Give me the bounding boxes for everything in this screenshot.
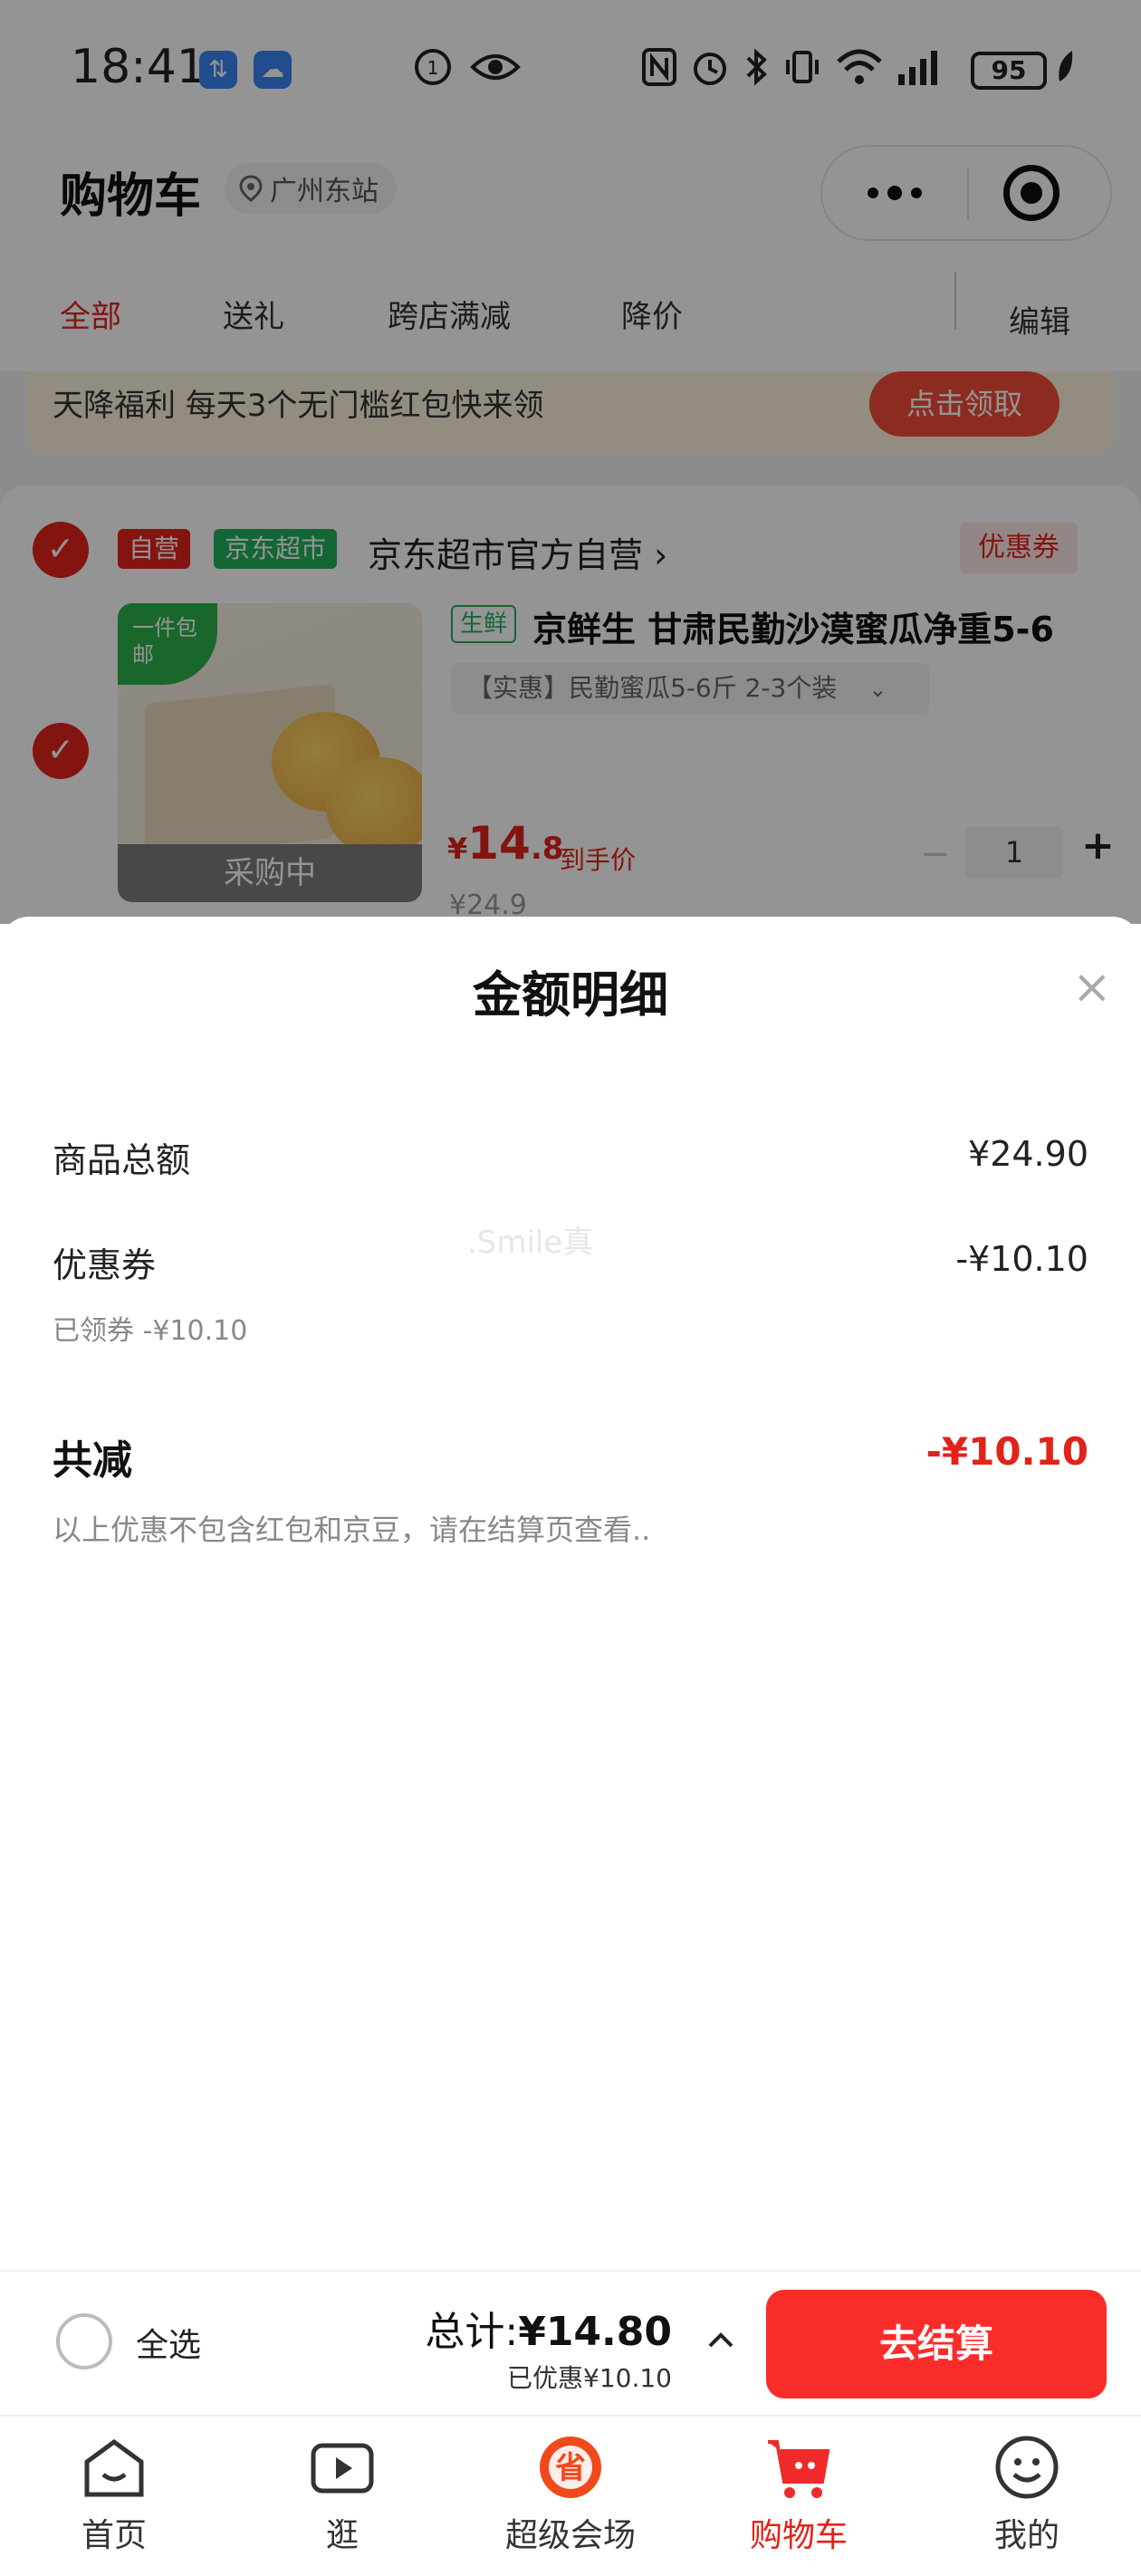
svg-text:省: 省: [555, 2450, 586, 2486]
goods-total-label: 商品总额: [53, 1140, 191, 1180]
nav-profile[interactable]: 我的: [913, 2417, 1141, 2576]
saved-amount: 已优惠¥10.10: [507, 2363, 672, 2393]
cart-icon: [768, 2440, 830, 2498]
nav-super-venue[interactable]: 省 超级会场: [456, 2417, 685, 2576]
nav-home[interactable]: 首页: [0, 2417, 228, 2576]
nav-browse[interactable]: 逛: [228, 2417, 456, 2576]
super-venue-icon: 省: [540, 2437, 601, 2498]
watermark: .Smile真: [467, 1225, 594, 1261]
total-price: 总计:¥14.80: [425, 2309, 672, 2355]
bottom-nav: 首页 逛 省 超级会场 购物车 我的: [0, 2415, 1141, 2576]
total-reduction-label: 共减: [53, 1437, 132, 1484]
goods-total-value: ¥24.90: [968, 1134, 1088, 1174]
checkout-button[interactable]: 去结算: [766, 2290, 1107, 2398]
coupon-claimed-note: 已领券 -¥10.10: [53, 1315, 248, 1347]
chevron-up-icon[interactable]: [703, 2322, 739, 2359]
modal-backdrop[interactable]: [0, 0, 1141, 924]
profile-smile-icon: [995, 2436, 1059, 2499]
sheet-title: 金额明细: [473, 966, 668, 1024]
total-reduction-value: -¥10.10: [925, 1429, 1088, 1474]
video-play-icon: [311, 2443, 374, 2494]
nav-cart[interactable]: 购物车: [685, 2417, 913, 2576]
discount-note: 以上优惠不包含红包和京豆，请在结算页查看..: [53, 1513, 651, 1547]
coupon-value: -¥10.10: [955, 1239, 1088, 1279]
close-icon[interactable]: ×: [1072, 964, 1112, 1011]
checkout-bar: 全选 总计:¥14.80 已优惠¥10.10 去结算: [0, 2270, 1141, 2415]
amount-detail-sheet: 金额明细 × 商品总额 ¥24.90 优惠券 -¥10.10 已领券 -¥10.…: [0, 917, 1141, 2270]
select-all-radio[interactable]: [56, 2313, 112, 2369]
coupon-label: 优惠券: [53, 1245, 157, 1285]
select-all-label[interactable]: 全选: [136, 2319, 201, 2366]
home-icon: [84, 2438, 144, 2497]
